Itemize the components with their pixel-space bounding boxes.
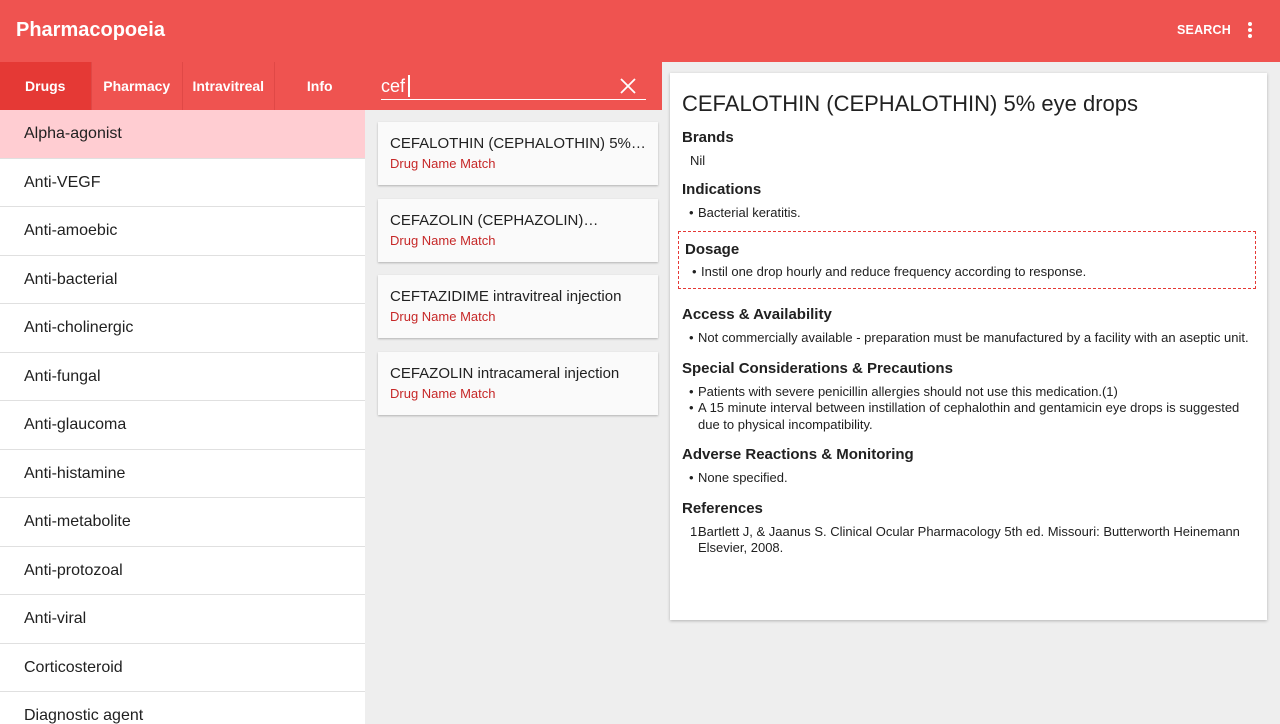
result-title: CEFTAZIDIME intravitreal injection — [390, 288, 622, 305]
brands-section: Brands Nil — [682, 129, 1255, 168]
result-title: CEFAZOLIN intracameral injection — [390, 364, 620, 382]
result-card[interactable]: CEFTAZIDIME intravitreal injection Drug … — [378, 275, 658, 338]
result-match-type: Drug Name Match — [390, 156, 496, 171]
bullet-item: Bacterial keratitis. — [682, 205, 1255, 222]
more-vert-icon[interactable] — [1240, 20, 1260, 40]
list-item[interactable]: Anti-fungal — [0, 353, 365, 401]
section-heading: Adverse Reactions & Monitoring — [682, 446, 914, 463]
bullet-item: None specified. — [682, 470, 1255, 487]
special-considerations-section: Special Considerations & Precautions Pat… — [682, 360, 1255, 434]
list-item[interactable]: Anti-VEGF — [0, 159, 365, 207]
bullet-item: Instil one drop hourly and reduce freque… — [685, 264, 1255, 281]
close-icon[interactable] — [617, 75, 639, 97]
section-heading: Access & Availability — [682, 306, 832, 323]
list-item[interactable]: Anti-viral — [0, 595, 365, 644]
section-heading: Dosage — [685, 240, 740, 258]
drug-detail-panel: CEFALOTHIN (CEPHALOTHIN) 5% eye drops Br… — [670, 73, 1267, 620]
section-heading: Special Considerations & Precautions — [682, 359, 953, 377]
tab-info[interactable]: Info — [275, 62, 366, 110]
dosage-section: Dosage Instil one drop hourly and reduce… — [678, 230, 1256, 289]
result-card[interactable]: CEFAZOLIN intracameral injection Drug Na… — [378, 351, 658, 415]
list-item[interactable]: Anti-metabolite — [0, 498, 365, 547]
bullet-item: Not commercially available - preparation… — [682, 330, 1255, 347]
list-item[interactable]: Anti-glaucoma — [0, 401, 365, 450]
indications-section: Indications Bacterial keratitis. — [682, 181, 1255, 222]
drug-title: CEFALOTHIN (CEPHALOTHIN) 5% eye drops — [682, 91, 1139, 116]
list-item[interactable]: Corticosteroid — [0, 644, 365, 692]
text-caret — [408, 75, 410, 97]
result-title: CEFALOTHIN (CEPHALOTHIN) 5%… — [390, 135, 646, 152]
search-bar — [365, 62, 662, 110]
reference-number: 1. — [690, 523, 701, 539]
category-list: Alpha-agonist Anti-VEGF Anti-amoebic Ant… — [0, 110, 365, 724]
list-item[interactable]: Anti-protozoal — [0, 547, 365, 595]
tab-intravitreal[interactable]: Intravitreal — [183, 62, 275, 110]
result-card[interactable]: CEFAZOLIN (CEPHAZOLIN)… Drug Name Match — [378, 198, 658, 262]
bullet-item: Patients with severe penicillin allergie… — [682, 384, 1255, 401]
list-item[interactable]: Anti-cholinergic — [0, 304, 365, 353]
bullet-item: A 15 minute interval between instillatio… — [682, 400, 1255, 433]
result-card[interactable]: CEFALOTHIN (CEPHALOTHIN) 5%… Drug Name M… — [378, 122, 658, 185]
reference-item: 1. Bartlett J, & Jaanus S. Clinical Ocul… — [682, 524, 1255, 557]
search-underline — [381, 99, 646, 100]
result-match-type: Drug Name Match — [390, 385, 496, 401]
tab-drugs[interactable]: Drugs — [0, 62, 92, 110]
brands-value: Nil — [690, 153, 706, 168]
category-tabs: Drugs Pharmacy Intravitreal Info — [0, 62, 365, 110]
section-heading: Brands — [682, 129, 734, 146]
result-title: CEFAZOLIN (CEPHAZOLIN)… — [390, 211, 599, 229]
list-item[interactable]: Alpha-agonist — [0, 110, 365, 159]
list-item[interactable]: Anti-bacterial — [0, 256, 365, 304]
reference-text: Bartlett J, & Jaanus S. Clinical Ocular … — [698, 523, 1240, 556]
section-heading: References — [682, 499, 763, 517]
list-item[interactable]: Diagnostic agent — [0, 692, 365, 724]
list-item[interactable]: Anti-amoebic — [0, 207, 365, 256]
search-input[interactable] — [381, 73, 611, 99]
adverse-reactions-section: Adverse Reactions & Monitoring None spec… — [682, 446, 1255, 487]
search-results: CEFALOTHIN (CEPHALOTHIN) 5%… Drug Name M… — [378, 122, 658, 428]
tab-pharmacy[interactable]: Pharmacy — [92, 62, 183, 110]
list-item[interactable]: Anti-histamine — [0, 450, 365, 498]
app-bar: Pharmacopoeia SEARCH — [0, 0, 1280, 62]
access-section: Access & Availability Not commercially a… — [682, 306, 1255, 347]
result-match-type: Drug Name Match — [390, 232, 496, 248]
result-match-type: Drug Name Match — [390, 309, 496, 324]
references-section: References 1. Bartlett J, & Jaanus S. Cl… — [682, 500, 1255, 557]
app-title: Pharmacopoeia — [16, 19, 165, 41]
search-button[interactable]: SEARCH — [1177, 23, 1231, 37]
section-heading: Indications — [682, 181, 762, 198]
